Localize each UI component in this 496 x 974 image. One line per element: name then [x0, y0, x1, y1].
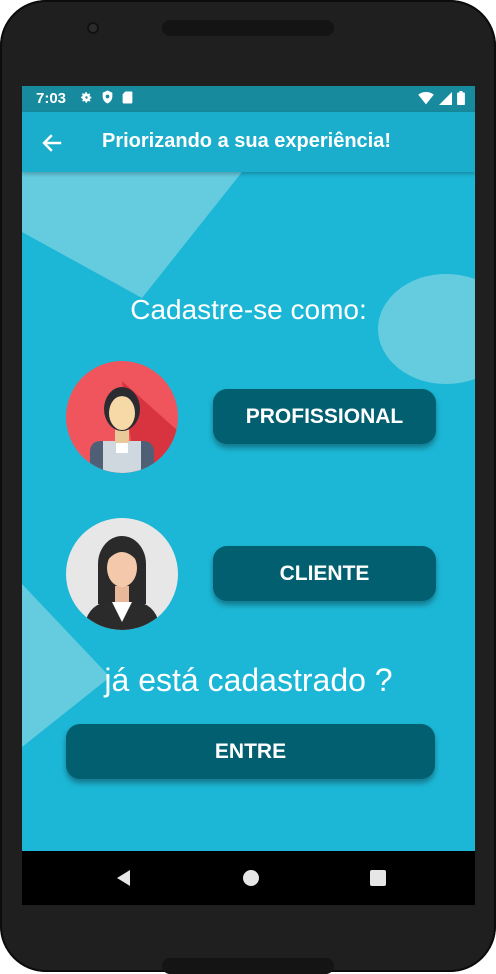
- screen: 7:03 Priorizando a sua experiência! Cada…: [22, 86, 475, 905]
- sd-card-icon: [122, 91, 133, 103]
- front-camera: [87, 22, 99, 34]
- top-speaker: [162, 20, 334, 36]
- profissional-button[interactable]: PROFISSIONAL: [213, 389, 436, 444]
- home-circle-icon[interactable]: [239, 866, 263, 890]
- worker-avatar-icon: [66, 361, 178, 473]
- main-content: Cadastre-se como: PROFISSIONAL CLIENTE j…: [22, 172, 475, 851]
- wifi-icon: [418, 91, 434, 104]
- back-triangle-icon[interactable]: [112, 866, 136, 890]
- status-bar: 7:03: [22, 86, 475, 112]
- cliente-button[interactable]: CLIENTE: [213, 546, 436, 601]
- gear-icon: [81, 91, 92, 103]
- app-bar: Priorizando a sua experiência!: [22, 112, 475, 172]
- entre-button[interactable]: ENTRE: [66, 724, 435, 779]
- status-left-icons: [80, 90, 133, 104]
- already-registered-heading: já está cadastrado ?: [104, 662, 393, 698]
- recents-square-icon[interactable]: [366, 866, 390, 890]
- battery-icon: [457, 91, 465, 105]
- register-heading: Cadastre-se como:: [130, 294, 367, 325]
- shield-icon: [102, 90, 113, 104]
- businesswoman-avatar-icon: [66, 518, 178, 630]
- status-right-icons: [418, 91, 465, 105]
- page-title: Priorizando a sua experiência!: [102, 130, 391, 152]
- phone-frame: 7:03 Priorizando a sua experiência! Cada…: [0, 0, 496, 974]
- status-time: 7:03: [36, 90, 67, 107]
- signal-icon: [439, 91, 452, 105]
- arrow-left-icon[interactable]: [40, 131, 64, 155]
- navigation-bar: [22, 851, 475, 905]
